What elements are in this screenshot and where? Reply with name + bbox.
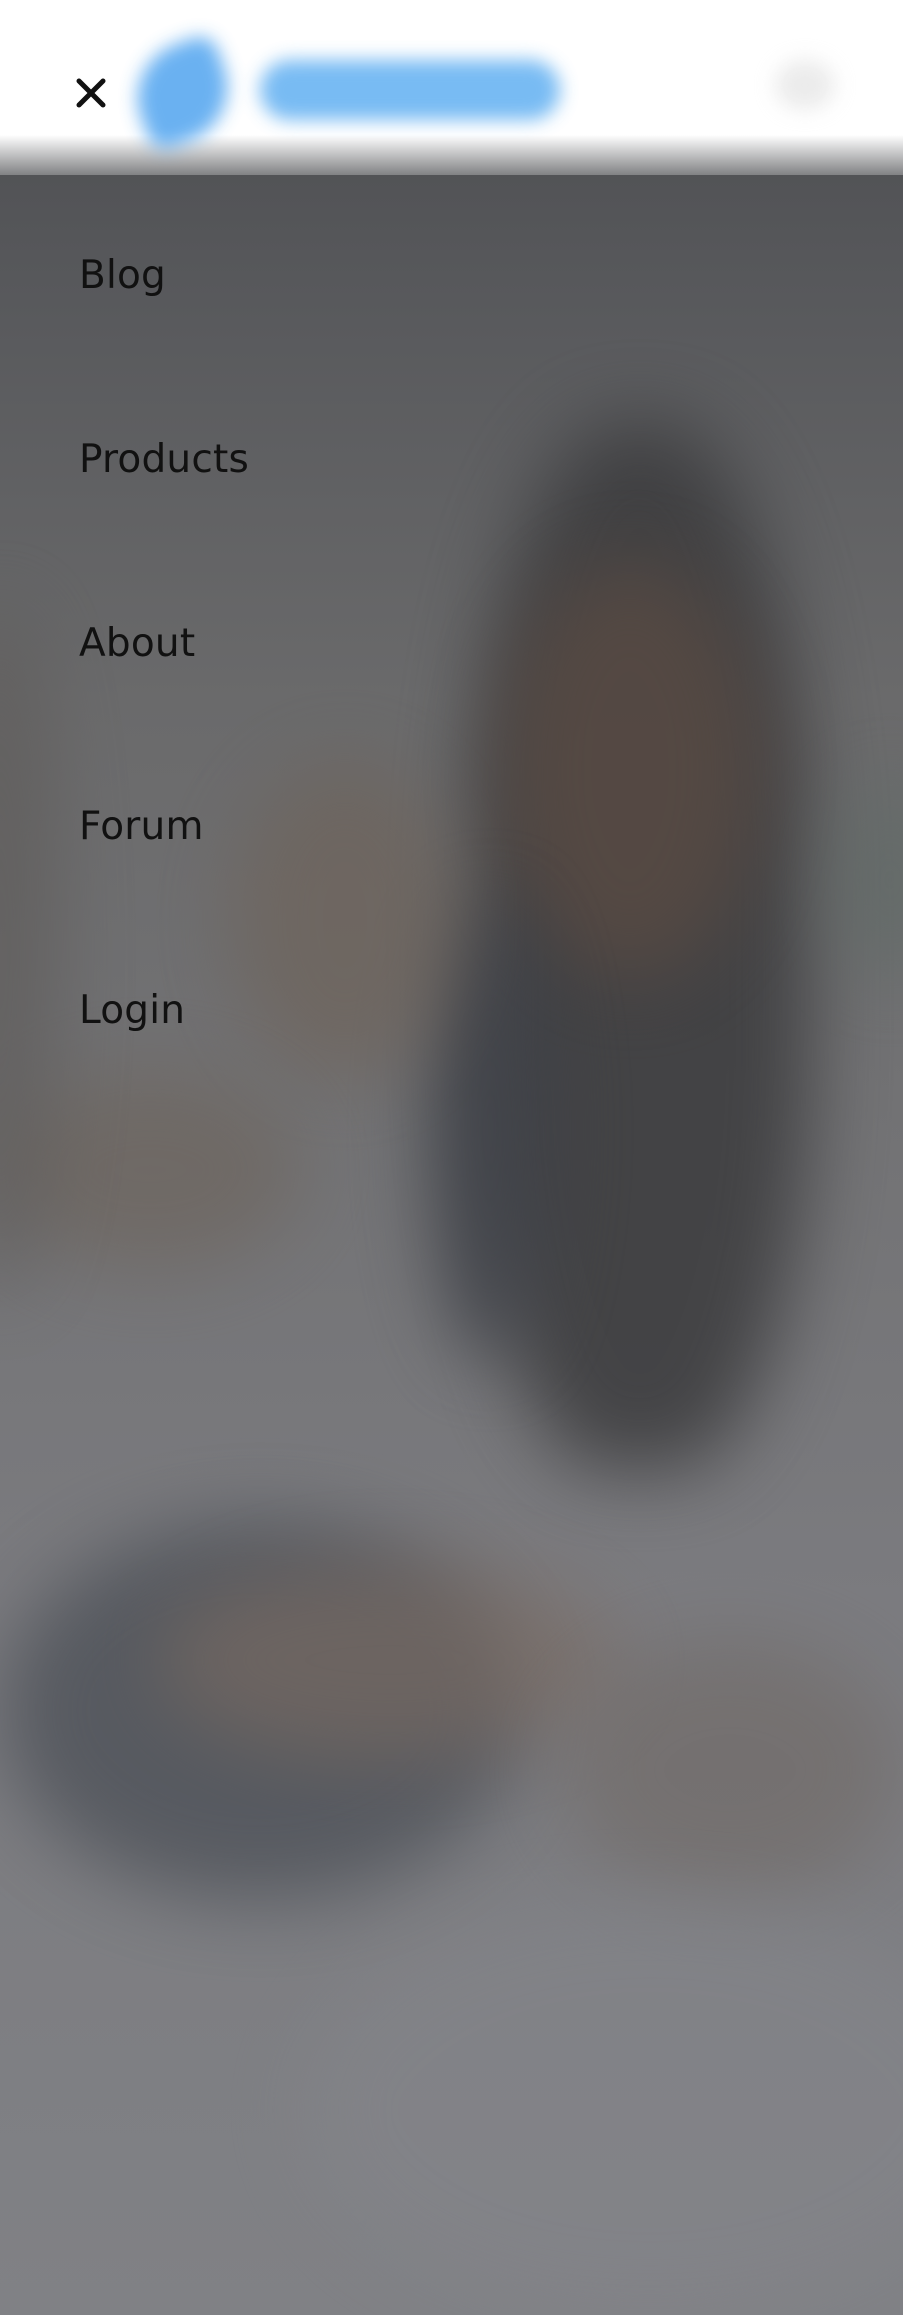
brand-logo[interactable]	[121, 30, 575, 154]
background-blur-shape	[300, 1900, 903, 2315]
close-menu-button[interactable]	[68, 70, 114, 116]
nav-item-blog[interactable]: Blog	[79, 256, 166, 295]
header-action-icon[interactable]	[775, 60, 835, 110]
background-blur-shape	[830, 780, 903, 980]
site-header	[0, 0, 903, 175]
background-blur-shape	[160, 1560, 620, 1760]
logo-wordmark	[260, 60, 560, 120]
logo-mark-icon	[121, 31, 244, 154]
background-blur-shape	[500, 560, 760, 980]
background-photo	[0, 0, 903, 2315]
background-blur-shape	[560, 1640, 900, 1900]
close-icon	[76, 78, 106, 108]
nav-item-about[interactable]: About	[79, 624, 195, 663]
nav-item-forum[interactable]: Forum	[79, 807, 204, 846]
nav-item-products[interactable]: Products	[79, 440, 249, 479]
nav-item-login[interactable]: Login	[79, 991, 185, 1030]
background-blur-shape	[230, 760, 460, 1080]
